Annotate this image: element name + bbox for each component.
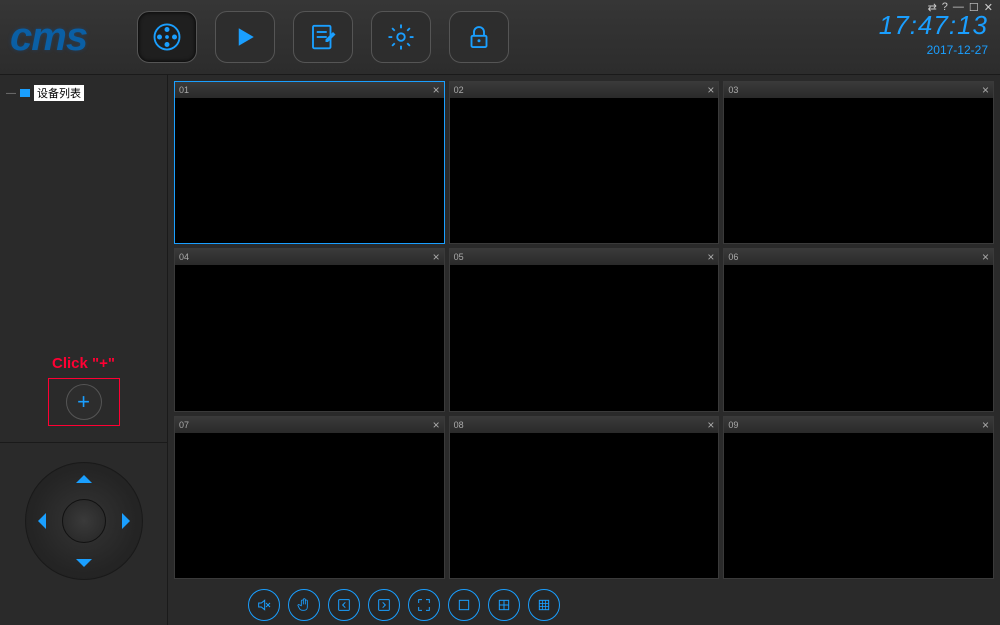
window-controls: ⇄ ? — ☐ ✕ — [927, 1, 994, 14]
channel-label: 07 — [179, 420, 189, 430]
nav-playback-button[interactable] — [215, 11, 275, 63]
bottom-toolbar — [168, 585, 1000, 625]
plus-icon: + — [77, 391, 90, 413]
ptz-left-button[interactable] — [30, 513, 46, 529]
clock-date: 2017-12-27 — [879, 43, 988, 57]
channel-05[interactable]: 05 × — [449, 248, 720, 411]
nav-log-button[interactable] — [293, 11, 353, 63]
ptz-center-button[interactable] — [62, 499, 106, 543]
nav-settings-button[interactable] — [371, 11, 431, 63]
nav-lock-button[interactable] — [449, 11, 509, 63]
channel-close-button[interactable]: × — [982, 251, 989, 263]
window-minimize-button[interactable]: — — [952, 1, 965, 14]
mute-icon — [256, 597, 272, 613]
add-device-button[interactable]: + — [66, 384, 102, 420]
fullscreen-button[interactable] — [408, 589, 440, 621]
ptz-right-button[interactable] — [122, 513, 138, 529]
device-list-label: 设备列表 — [34, 85, 84, 101]
channel-06[interactable]: 06 × — [723, 248, 994, 411]
channel-header: 02 × — [450, 82, 719, 98]
channel-close-button[interactable]: × — [982, 84, 989, 96]
channel-08[interactable]: 08 × — [449, 416, 720, 579]
manual-button[interactable] — [288, 589, 320, 621]
log-edit-icon — [308, 22, 338, 52]
ptz-control — [24, 461, 144, 581]
channel-09[interactable]: 09 × — [723, 416, 994, 579]
tree-expander-icon: — — [6, 88, 16, 99]
device-tree-root[interactable]: — 设备列表 — [6, 85, 161, 101]
next-page-icon — [376, 597, 392, 613]
layout-single-icon — [456, 597, 472, 613]
channel-label: 01 — [179, 85, 189, 95]
prev-page-button[interactable] — [328, 589, 360, 621]
device-list-icon — [20, 89, 30, 97]
mute-button[interactable] — [248, 589, 280, 621]
layout-nine-icon — [536, 597, 552, 613]
channel-close-button[interactable]: × — [433, 251, 440, 263]
video-grid: 01 × 02 × 03 × 04 × — [168, 75, 1000, 585]
channel-label: 06 — [728, 252, 738, 262]
channel-close-button[interactable]: × — [707, 84, 714, 96]
window-maximize-button[interactable]: ☐ — [968, 1, 980, 14]
channel-header: 01 × — [175, 82, 444, 98]
channel-label: 03 — [728, 85, 738, 95]
app-logo: cms — [10, 15, 87, 60]
clock: 17:47:13 2017-12-27 — [879, 10, 988, 57]
lock-icon — [464, 22, 494, 52]
channel-header: 08 × — [450, 417, 719, 433]
ptz-up-button[interactable] — [76, 467, 92, 483]
add-hint-text: Click "+" — [0, 355, 167, 372]
gear-icon — [386, 22, 416, 52]
channel-label: 09 — [728, 420, 738, 430]
channel-02[interactable]: 02 × — [449, 81, 720, 244]
channel-label: 08 — [454, 420, 464, 430]
channel-header: 09 × — [724, 417, 993, 433]
film-reel-icon — [152, 22, 182, 52]
channel-03[interactable]: 03 × — [723, 81, 994, 244]
clock-time: 17:47:13 — [879, 10, 988, 41]
channel-header: 06 × — [724, 249, 993, 265]
channel-label: 02 — [454, 85, 464, 95]
channel-label: 04 — [179, 252, 189, 262]
channel-header: 05 × — [450, 249, 719, 265]
add-hint-box: + — [48, 378, 120, 426]
channel-close-button[interactable]: × — [433, 419, 440, 431]
layout-9-button[interactable] — [528, 589, 560, 621]
main-area: 01 × 02 × 03 × 04 × — [168, 75, 1000, 625]
layout-quad-icon — [496, 597, 512, 613]
channel-01[interactable]: 01 × — [174, 81, 445, 244]
channel-label: 05 — [454, 252, 464, 262]
app-header: cms — [0, 0, 1000, 75]
channel-close-button[interactable]: × — [707, 251, 714, 263]
window-close-button[interactable]: ✕ — [983, 1, 994, 14]
channel-close-button[interactable]: × — [982, 419, 989, 431]
hand-icon — [296, 597, 312, 613]
layout-4-button[interactable] — [488, 589, 520, 621]
layout-1-button[interactable] — [448, 589, 480, 621]
nav-preview-button[interactable] — [137, 11, 197, 63]
channel-07[interactable]: 07 × — [174, 416, 445, 579]
channel-close-button[interactable]: × — [433, 84, 440, 96]
add-device-hint: Click "+" + — [0, 355, 167, 426]
top-nav — [137, 11, 509, 63]
fullscreen-icon — [416, 597, 432, 613]
ptz-down-button[interactable] — [76, 559, 92, 575]
next-page-button[interactable] — [368, 589, 400, 621]
channel-header: 03 × — [724, 82, 993, 98]
sidebar: — 设备列表 Click "+" + — [0, 75, 168, 625]
prev-page-icon — [336, 597, 352, 613]
window-swap-button[interactable]: ⇄ — [927, 1, 938, 14]
channel-close-button[interactable]: × — [707, 419, 714, 431]
window-help-button[interactable]: ? — [941, 1, 949, 14]
channel-header: 07 × — [175, 417, 444, 433]
channel-header: 04 × — [175, 249, 444, 265]
device-tree: — 设备列表 — [0, 75, 167, 355]
sidebar-divider — [0, 442, 167, 443]
play-icon — [230, 22, 260, 52]
channel-04[interactable]: 04 × — [174, 248, 445, 411]
